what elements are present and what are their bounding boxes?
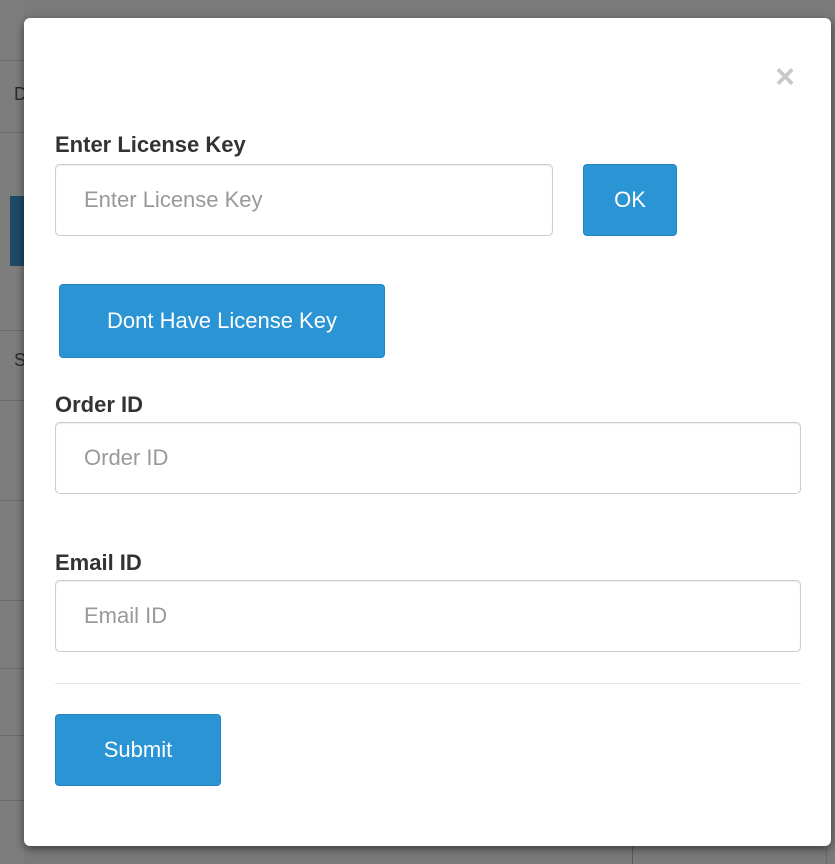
order-id-input[interactable]: [55, 422, 801, 494]
email-id-label: Email ID: [55, 550, 142, 575]
background-divider: [0, 60, 24, 61]
background-divider: [0, 330, 24, 331]
background-divider: [0, 735, 24, 736]
license-key-label: Enter License Key: [55, 132, 246, 157]
close-icon[interactable]: ×: [770, 60, 800, 94]
background-divider: [0, 400, 24, 401]
background-divider: [0, 668, 24, 669]
background-divider: [0, 600, 24, 601]
background-divider: [632, 846, 633, 864]
background-divider: [0, 500, 24, 501]
submit-button[interactable]: Submit: [55, 714, 221, 786]
email-id-input[interactable]: [55, 580, 801, 652]
license-modal: × Enter License Key OK Dont Have License…: [24, 18, 831, 846]
background-divider: [0, 800, 24, 801]
background-blue-bar: [10, 196, 24, 266]
license-key-input[interactable]: [55, 164, 553, 236]
modal-footer-divider: [55, 683, 801, 684]
background-divider: [0, 132, 24, 133]
order-id-label: Order ID: [55, 392, 144, 417]
ok-button[interactable]: OK: [583, 164, 677, 236]
dont-have-license-key-button[interactable]: Dont Have License Key: [59, 284, 385, 358]
